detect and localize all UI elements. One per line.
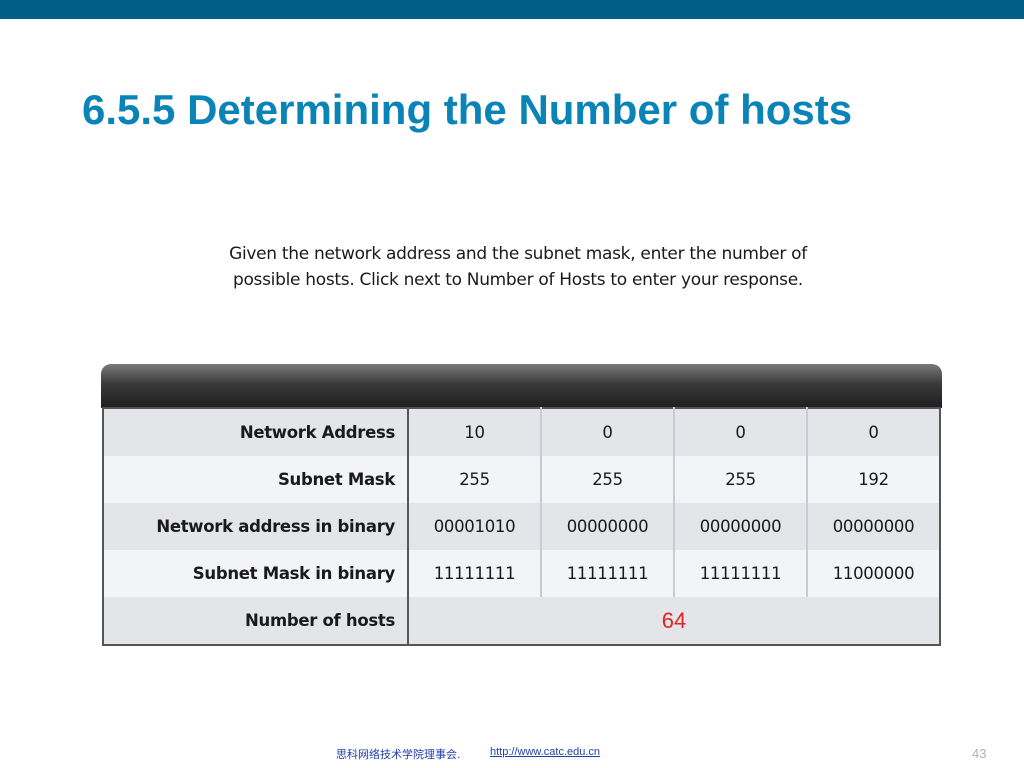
octet-cell: 255 [674, 456, 808, 503]
octet-cell: 192 [807, 456, 940, 503]
page-number: 43 [972, 746, 987, 761]
table-row: Network Address 10 0 0 0 [103, 408, 940, 456]
footer-organization: 思科网络技术学院理事会. [336, 748, 461, 761]
octet-cell: 00000000 [541, 503, 675, 550]
top-banner [0, 0, 1024, 19]
row-label: Subnet Mask [103, 456, 409, 503]
octet-cell: 255 [408, 456, 542, 503]
table-row: Network address in binary 00001010 00000… [103, 503, 940, 550]
hosts-answer-field[interactable]: 64 [408, 597, 940, 645]
row-label: Network Address [103, 408, 409, 456]
footer-website-link[interactable]: http://www.catc.edu.cn [490, 746, 600, 758]
panel-header [101, 364, 942, 408]
row-label: Network address in binary [103, 503, 409, 550]
slide-title: 6.5.5 Determining the Number of hosts [82, 86, 853, 133]
octet-cell: 0 [807, 408, 940, 456]
instructions-text: Given the network address and the subnet… [229, 244, 807, 290]
octet-cell: 11111111 [541, 550, 675, 597]
table-row: Subnet Mask in binary 11111111 11111111 … [103, 550, 940, 597]
octet-cell: 255 [541, 456, 675, 503]
octet-cell: 0 [674, 408, 808, 456]
subnet-table: Network Address 10 0 0 0 Subnet Mask 255… [102, 407, 941, 646]
octet-cell: 00000000 [674, 503, 808, 550]
table-row-hosts: Number of hosts 64 [103, 597, 940, 645]
octet-cell: 00000000 [807, 503, 940, 550]
octet-cell: 10 [408, 408, 542, 456]
octet-cell: 11111111 [674, 550, 808, 597]
octet-cell: 00001010 [408, 503, 542, 550]
activity-panel: Network Address 10 0 0 0 Subnet Mask 255… [101, 364, 942, 658]
hosts-label: Number of hosts [103, 597, 409, 645]
octet-cell: 11111111 [408, 550, 542, 597]
row-label: Subnet Mask in binary [103, 550, 409, 597]
table-row: Subnet Mask 255 255 255 192 [103, 456, 940, 503]
octet-cell: 11000000 [807, 550, 940, 597]
octet-cell: 0 [541, 408, 675, 456]
